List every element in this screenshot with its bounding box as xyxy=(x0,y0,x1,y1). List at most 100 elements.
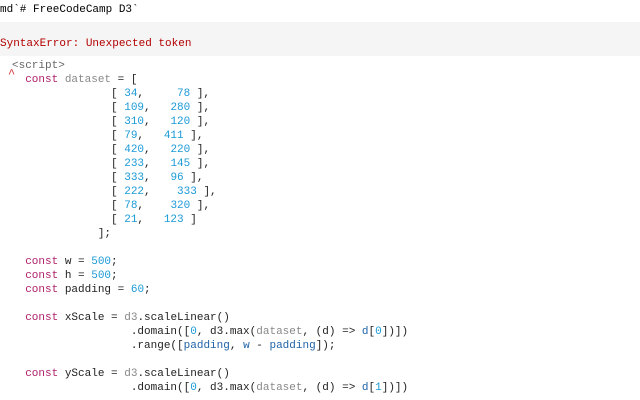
code-token: 420 xyxy=(124,144,145,156)
code-token: 411 xyxy=(163,130,184,142)
error-message: SyntaxError: Unexpected token xyxy=(0,38,192,50)
code-token: ], xyxy=(190,158,211,170)
code-token: ], xyxy=(190,102,211,114)
code-token: [ xyxy=(12,102,125,114)
code-token: .scaleLinear() xyxy=(137,368,230,380)
code-token: 145 xyxy=(170,158,191,170)
code-token: .domain([ xyxy=(12,326,191,338)
code-line: [ 310, 120 ], xyxy=(12,115,210,129)
code-token: 333 xyxy=(124,172,145,184)
code-token: 96 xyxy=(170,172,184,184)
code-line: [ 78, 320 ], xyxy=(12,199,210,213)
code-line: [ 222, 333 ], xyxy=(12,185,217,199)
code-token: - xyxy=(249,340,270,352)
code-token: 1 xyxy=(375,382,382,394)
code-token: d xyxy=(361,326,369,338)
code-token: ], xyxy=(190,200,211,212)
code-token: const xyxy=(25,284,59,296)
code-token: 233 xyxy=(124,158,145,170)
code-token: 120 xyxy=(170,116,191,128)
code-token: 60 xyxy=(130,284,145,296)
code-token: , xyxy=(144,186,178,198)
code-token: 0 xyxy=(190,326,197,338)
code-token: 320 xyxy=(170,200,191,212)
code-token: 0 xyxy=(190,382,197,394)
code-line: const w = 500; xyxy=(12,255,118,269)
code-token: .range([ xyxy=(12,340,184,352)
code-token: ] xyxy=(183,214,197,226)
code-token: ])]) xyxy=(381,382,409,394)
code-token: 79 xyxy=(124,130,138,142)
code-token: ], xyxy=(190,116,211,128)
code-token: 21 xyxy=(124,214,138,226)
code-token: padding xyxy=(183,340,230,352)
code-token: 123 xyxy=(163,214,184,226)
code-token: ], xyxy=(183,172,204,184)
code-token: const xyxy=(25,270,59,282)
code-token: 310 xyxy=(124,116,145,128)
code-token: const xyxy=(25,312,59,324)
code-line: [ 109, 280 ], xyxy=(12,101,210,115)
code-token: 333 xyxy=(177,186,197,198)
code-token: , xyxy=(144,116,171,128)
code-token: d xyxy=(361,382,369,394)
code-line: .domain([0, d3.max(dataset, (d) => d[0])… xyxy=(12,325,408,339)
code-token: .domain([ xyxy=(12,382,191,394)
code-token: padding xyxy=(269,340,316,352)
code-line: const h = 500; xyxy=(12,269,118,283)
code-token: ; xyxy=(111,256,118,268)
code-token: 222 xyxy=(124,186,145,198)
code-line: [ 333, 96 ], xyxy=(12,171,203,185)
code-line: ]; xyxy=(12,227,111,241)
code-token: <script> xyxy=(12,60,65,72)
code-line: const dataset = [ xyxy=(12,73,137,87)
code-token: ], xyxy=(183,130,204,142)
code-line: [ 233, 145 ], xyxy=(12,157,210,171)
code-line: [ 21, 123 ] xyxy=(12,213,197,227)
code-line: [ 420, 220 ], xyxy=(12,143,210,157)
code-token: , xyxy=(144,144,171,156)
code-token: [ xyxy=(12,158,125,170)
code-token: , (d) => xyxy=(302,326,362,338)
code-token: ], xyxy=(190,144,211,156)
code-line: <script> xyxy=(12,59,65,73)
code-token: ], xyxy=(190,88,211,100)
code-token: 34 xyxy=(124,88,138,100)
code-token: 109 xyxy=(124,102,145,114)
code-token: , (d) => xyxy=(302,382,362,394)
code-token: ; xyxy=(144,284,151,296)
code-token: [ xyxy=(12,116,125,128)
code-token: = [ xyxy=(111,74,138,86)
code-token: const xyxy=(25,256,59,268)
code-token: dataset xyxy=(256,382,303,394)
code-token: ; xyxy=(111,270,118,282)
code-token: yScale = xyxy=(58,368,125,380)
code-token: 78 xyxy=(177,88,191,100)
markdown-source[interactable]: md`# FreeCodeCamp D3` xyxy=(0,3,139,17)
code-token: w = xyxy=(58,256,92,268)
code-token: [ xyxy=(12,130,125,142)
code-token: , xyxy=(137,88,178,100)
code-line: [ 34, 78 ], xyxy=(12,87,210,101)
code-token: 78 xyxy=(124,200,138,212)
code-token: , xyxy=(144,102,171,114)
code-token: , d3.max( xyxy=(196,382,257,394)
code-token: h = xyxy=(58,270,92,282)
code-line: [ 79, 411 ], xyxy=(12,129,203,143)
code-token: const xyxy=(25,74,59,86)
code-token: , xyxy=(137,130,164,142)
code-token: [ xyxy=(12,172,125,184)
code-token: , xyxy=(229,340,244,352)
code-line: const yScale = d3.scaleLinear() xyxy=(12,367,230,381)
code-line: .domain([0, d3.max(dataset, (d) => d[1])… xyxy=(12,381,408,395)
code-token: ]); xyxy=(315,340,336,352)
code-token: ])]) xyxy=(381,326,409,338)
markdown-cell[interactable]: md`# FreeCodeCamp D3` xyxy=(0,0,640,22)
code-token: xScale = xyxy=(58,312,125,324)
